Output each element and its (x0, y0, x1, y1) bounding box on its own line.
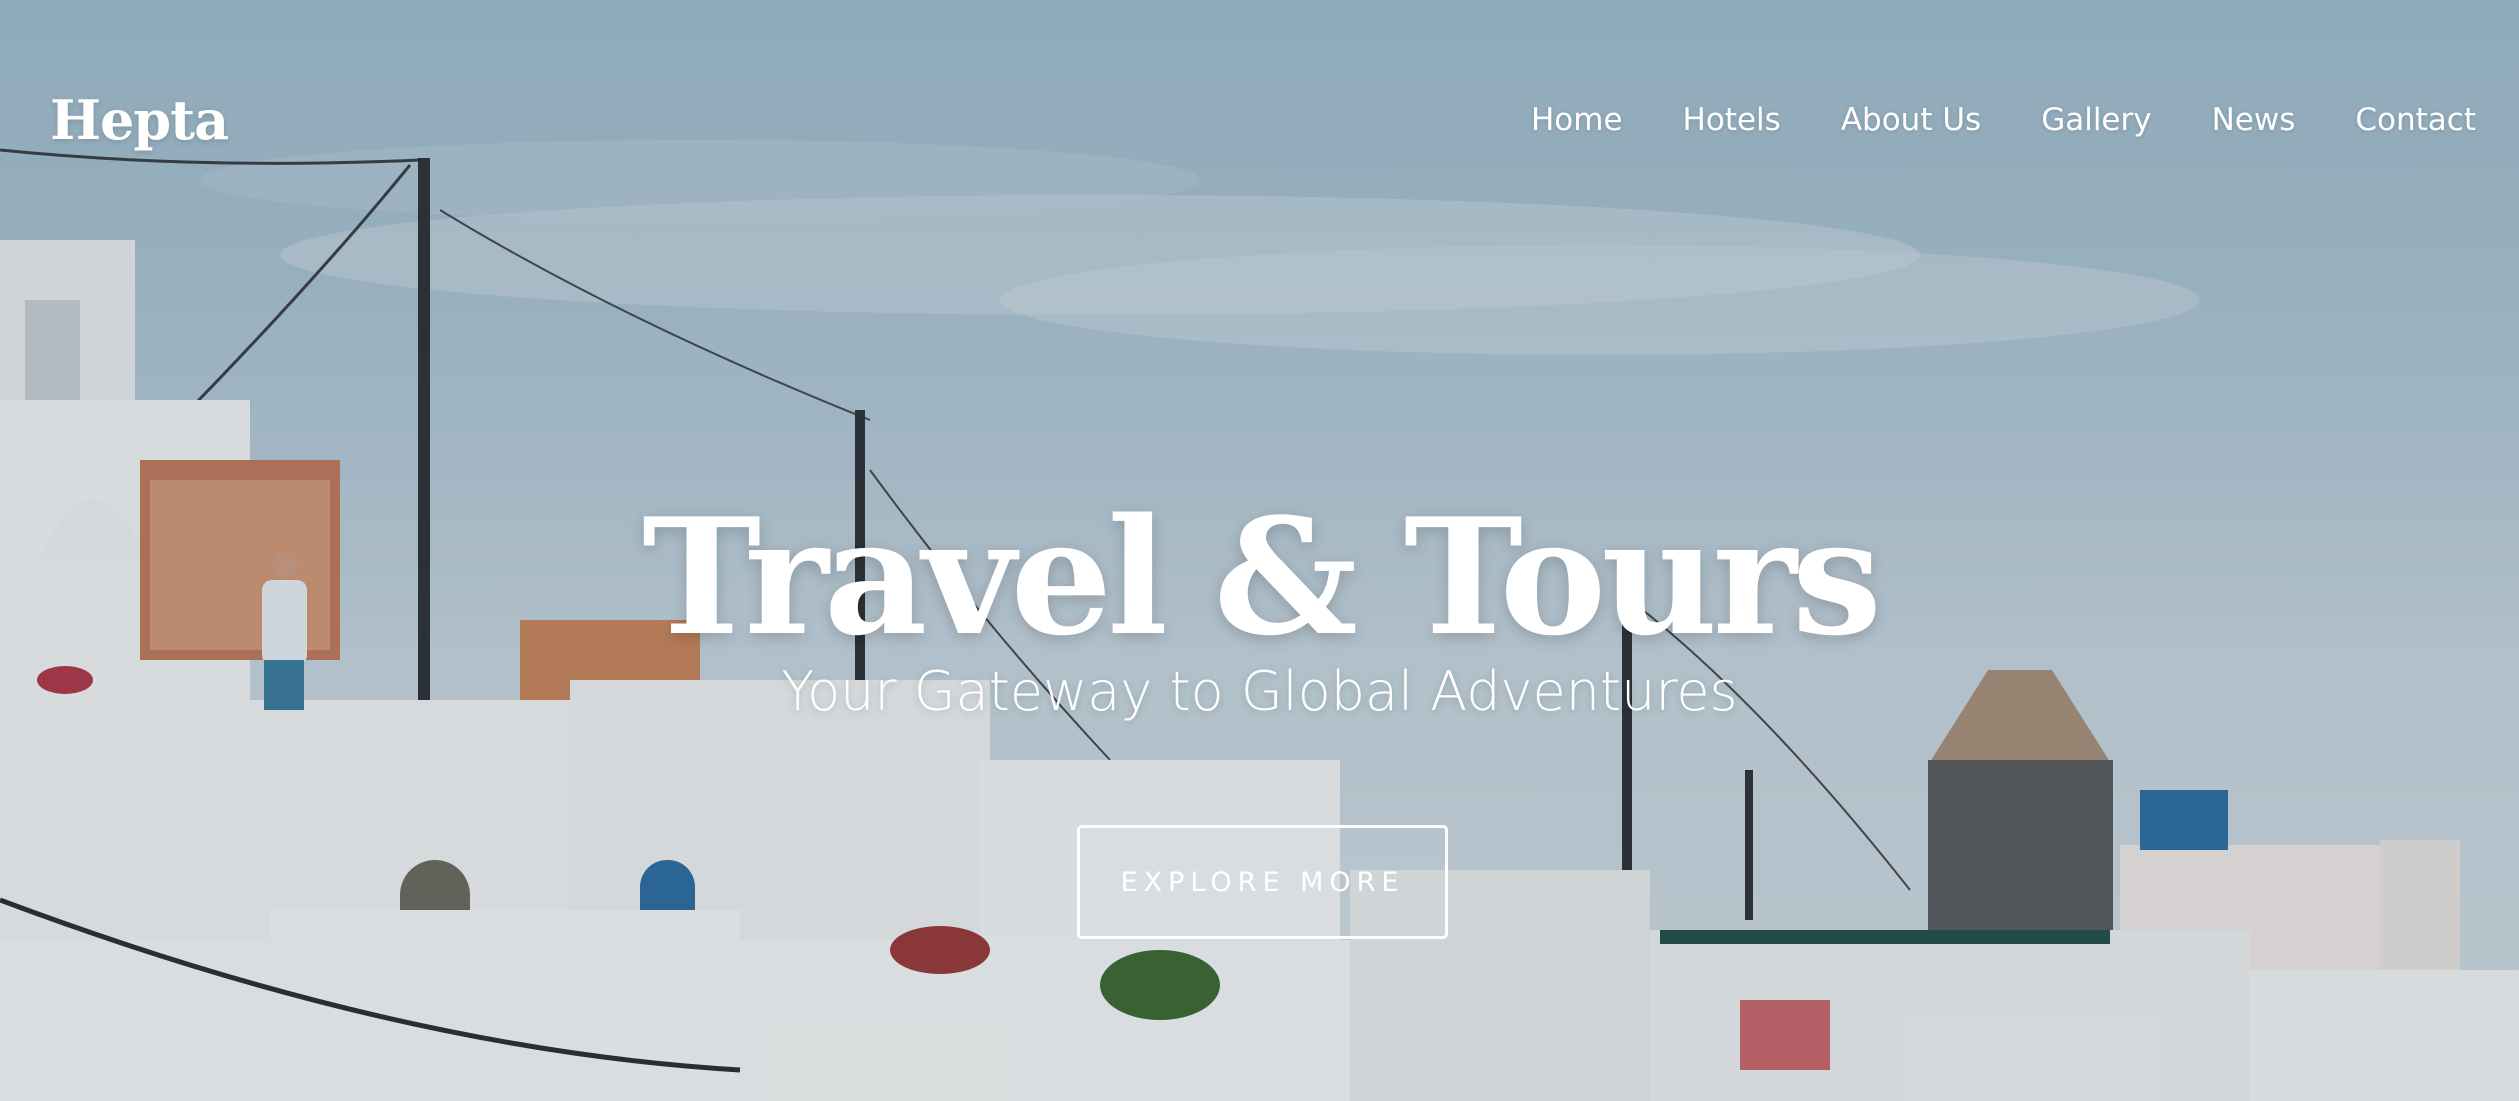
nav-item-about-us[interactable]: About Us (1841, 102, 1981, 138)
nav-item-gallery[interactable]: Gallery (2041, 102, 2151, 138)
main-nav: Home Hotels About Us Gallery News Contac… (1531, 102, 2476, 138)
site-logo[interactable]: Hepta (50, 88, 229, 152)
hero-title: Travel & Tours (642, 483, 1882, 672)
nav-item-contact[interactable]: Contact (2355, 102, 2476, 138)
nav-item-news[interactable]: News (2212, 102, 2296, 138)
nav-item-hotels[interactable]: Hotels (1683, 102, 1781, 138)
nav-item-home[interactable]: Home (1531, 102, 1623, 138)
hero-subtitle: Your Gateway to Global Adventures (781, 660, 1738, 723)
explore-more-button[interactable]: EXPLORE MORE (1077, 825, 1448, 939)
hero-section: Hepta Home Hotels About Us Gallery News … (0, 0, 2519, 1101)
top-navbar: Hepta Home Hotels About Us Gallery News … (0, 0, 2519, 250)
